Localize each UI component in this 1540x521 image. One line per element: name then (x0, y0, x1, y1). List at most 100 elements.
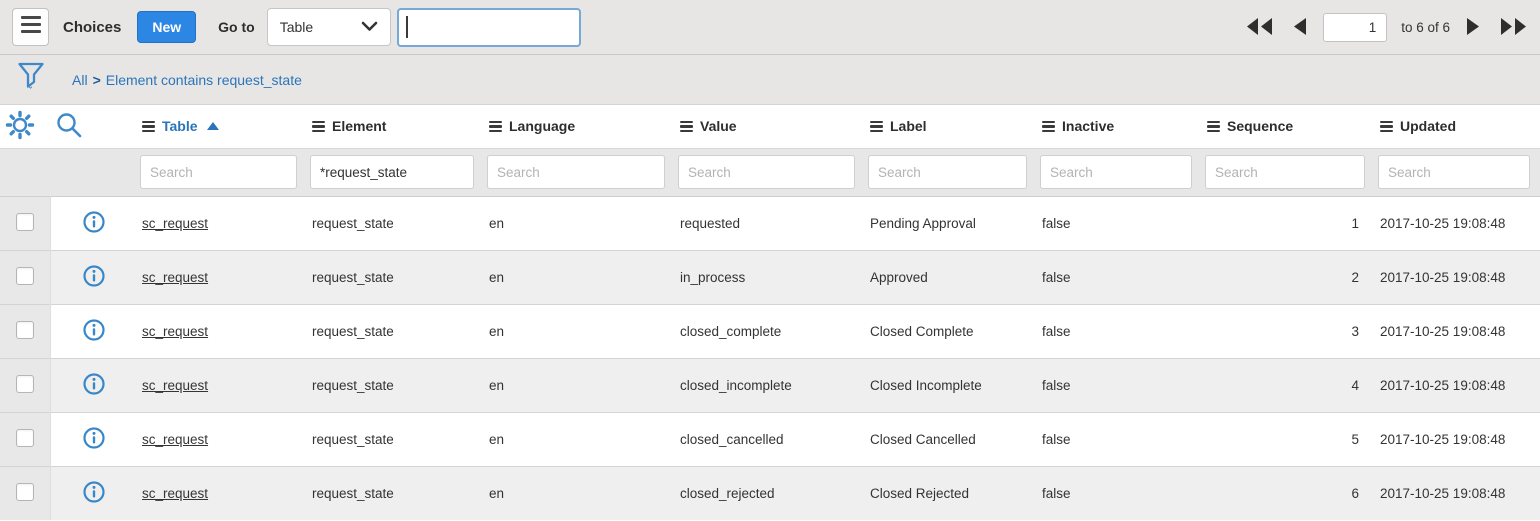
column-header-value[interactable]: Value (675, 105, 865, 148)
element-column-search-input[interactable] (310, 155, 474, 189)
chevron-down-icon (361, 19, 378, 35)
cell-value: closed_complete (675, 304, 865, 358)
column-menu-icon[interactable] (489, 121, 502, 133)
column-search-row (0, 148, 1540, 196)
cell-updated: 2017-10-25 19:08:48 (1375, 250, 1540, 304)
skip-back-icon (1245, 17, 1274, 39)
goto-search-input[interactable] (397, 8, 581, 47)
column-menu-icon[interactable] (870, 121, 883, 133)
record-link[interactable]: sc_request (142, 486, 208, 501)
cell-sequence: 6 (1202, 466, 1375, 520)
column-header-label-col[interactable]: Label (865, 105, 1037, 148)
table-row: sc_request request_state en closed_cance… (0, 412, 1540, 466)
funnel-icon (17, 61, 45, 98)
record-link[interactable]: sc_request (142, 378, 208, 393)
list-toolbar: Choices New Go to Table (0, 0, 1540, 55)
cell-sequence: 2 (1202, 250, 1375, 304)
cell-language: en (484, 466, 675, 520)
cell-sequence: 1 (1202, 196, 1375, 250)
value-column-search-input[interactable] (678, 155, 855, 189)
sequence-column-search-input[interactable] (1205, 155, 1365, 189)
cell-inactive: false (1037, 412, 1202, 466)
goto-field-select[interactable]: Table (267, 8, 391, 46)
cell-language: en (484, 304, 675, 358)
row-checkbox[interactable] (16, 321, 34, 339)
list-search-button[interactable] (50, 105, 137, 148)
breadcrumb-all-link[interactable]: All (72, 72, 88, 88)
breadcrumb: All > Element contains request_state (72, 72, 302, 88)
cell-label: Pending Approval (865, 196, 1037, 250)
cell-inactive: false (1037, 196, 1202, 250)
filter-toggle-button[interactable] (14, 61, 48, 98)
cell-label: Approved (865, 250, 1037, 304)
column-header-label: Inactive (1062, 118, 1114, 134)
row-checkbox[interactable] (16, 483, 34, 501)
info-icon[interactable] (82, 210, 106, 234)
info-icon[interactable] (82, 480, 106, 504)
info-icon[interactable] (82, 372, 106, 396)
cell-updated: 2017-10-25 19:08:48 (1375, 466, 1540, 520)
column-menu-icon[interactable] (1380, 121, 1393, 133)
column-header-label: Language (509, 118, 575, 134)
list-settings-button[interactable] (0, 105, 50, 148)
current-page-input[interactable] (1323, 13, 1387, 42)
cell-value: requested (675, 196, 865, 250)
column-menu-icon[interactable] (680, 121, 693, 133)
cell-label: Closed Rejected (865, 466, 1037, 520)
cell-sequence: 4 (1202, 358, 1375, 412)
column-menu-icon[interactable] (1042, 121, 1055, 133)
arrow-left-icon (1292, 17, 1307, 39)
row-checkbox[interactable] (16, 375, 34, 393)
column-header-inactive[interactable]: Inactive (1037, 105, 1202, 148)
cell-value: closed_rejected (675, 466, 865, 520)
list-context-menu-button[interactable] (12, 8, 49, 46)
info-icon[interactable] (82, 318, 106, 342)
cell-inactive: false (1037, 250, 1202, 304)
next-page-button[interactable] (1464, 15, 1483, 41)
column-header-element[interactable]: Element (307, 105, 484, 148)
goto-select-value: Table (280, 19, 313, 35)
column-header-table[interactable]: Table (137, 105, 307, 148)
column-header-language[interactable]: Language (484, 105, 675, 148)
row-checkbox[interactable] (16, 267, 34, 285)
table-row: sc_request request_state en closed_compl… (0, 304, 1540, 358)
record-link[interactable]: sc_request (142, 432, 208, 447)
cell-value: in_process (675, 250, 865, 304)
arrow-right-icon (1466, 17, 1481, 39)
inactive-column-search-input[interactable] (1040, 155, 1192, 189)
info-icon[interactable] (82, 264, 106, 288)
cell-language: en (484, 196, 675, 250)
first-page-button[interactable] (1243, 15, 1276, 41)
column-menu-icon[interactable] (312, 121, 325, 133)
filter-bar: All > Element contains request_state (0, 55, 1540, 105)
record-link[interactable]: sc_request (142, 216, 208, 231)
cell-element: request_state (307, 250, 484, 304)
language-column-search-input[interactable] (487, 155, 665, 189)
breadcrumb-condition-link[interactable]: Element contains request_state (106, 72, 302, 88)
updated-column-search-input[interactable] (1378, 155, 1530, 189)
cell-label: Closed Cancelled (865, 412, 1037, 466)
new-button[interactable]: New (137, 11, 196, 43)
row-checkbox[interactable] (16, 213, 34, 231)
column-header-label: Sequence (1227, 118, 1293, 134)
breadcrumb-separator: > (93, 72, 101, 88)
label-column-search-input[interactable] (868, 155, 1027, 189)
column-header-label: Label (890, 118, 927, 134)
cell-updated: 2017-10-25 19:08:48 (1375, 358, 1540, 412)
cell-sequence: 3 (1202, 304, 1375, 358)
table-column-search-input[interactable] (140, 155, 297, 189)
table-row: sc_request request_state en closed_rejec… (0, 466, 1540, 520)
last-page-button[interactable] (1497, 15, 1530, 41)
column-menu-icon[interactable] (1207, 121, 1220, 133)
record-link[interactable]: sc_request (142, 324, 208, 339)
column-menu-icon[interactable] (142, 121, 155, 133)
cell-element: request_state (307, 304, 484, 358)
row-checkbox[interactable] (16, 429, 34, 447)
info-icon[interactable] (82, 426, 106, 450)
column-header-updated[interactable]: Updated (1375, 105, 1540, 148)
prev-page-button[interactable] (1290, 15, 1309, 41)
hamburger-icon (21, 16, 41, 38)
column-header-label: Updated (1400, 118, 1456, 134)
column-header-sequence[interactable]: Sequence (1202, 105, 1375, 148)
record-link[interactable]: sc_request (142, 270, 208, 285)
